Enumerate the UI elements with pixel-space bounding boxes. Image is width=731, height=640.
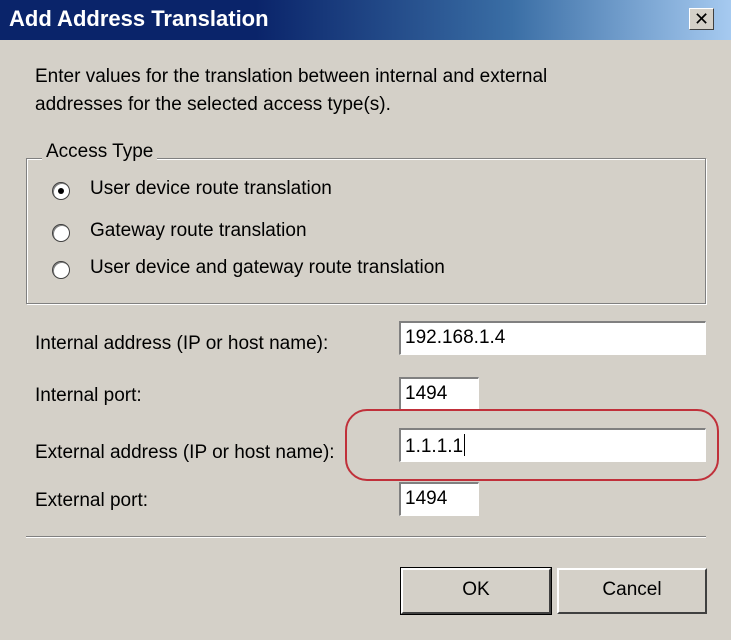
- radio-button-icon[interactable]: [52, 224, 70, 242]
- internal-port-label: Internal port:: [35, 385, 142, 406]
- dialog-title: Add Address Translation: [9, 6, 269, 31]
- radio-label: User device route translation: [90, 178, 332, 199]
- cancel-button[interactable]: Cancel: [557, 568, 707, 614]
- access-type-legend: Access Type: [42, 141, 158, 163]
- description-line-2: addresses for the selected access type(s…: [35, 94, 391, 115]
- highlight-annotation: [345, 409, 719, 481]
- internal-address-input[interactable]: 192.168.1.4: [399, 321, 706, 355]
- external-port-label: External port:: [35, 490, 148, 511]
- radio-label: Gateway route translation: [90, 220, 307, 241]
- add-address-translation-dialog: Add Address Translation ✕ Enter values f…: [0, 0, 731, 640]
- close-icon: ✕: [693, 9, 710, 29]
- radio-button-icon[interactable]: [52, 261, 70, 279]
- close-button[interactable]: ✕: [689, 8, 714, 30]
- ok-button[interactable]: OK: [400, 567, 552, 615]
- radio-button-icon[interactable]: [52, 182, 70, 200]
- internal-address-value: 192.168.1.4: [405, 327, 506, 348]
- button-separator: [26, 536, 706, 538]
- external-address-label: External address (IP or host name):: [35, 442, 335, 463]
- internal-address-label: Internal address (IP or host name):: [35, 333, 329, 354]
- internal-port-input[interactable]: 1494: [399, 377, 479, 411]
- radio-label: User device and gateway route translatio…: [90, 257, 445, 278]
- description-line-1: Enter values for the translation between…: [35, 66, 548, 87]
- title-bar[interactable]: Add Address Translation ✕: [0, 0, 731, 40]
- external-port-input[interactable]: 1494: [399, 482, 479, 516]
- external-port-value: 1494: [405, 488, 448, 509]
- internal-port-value: 1494: [405, 383, 448, 404]
